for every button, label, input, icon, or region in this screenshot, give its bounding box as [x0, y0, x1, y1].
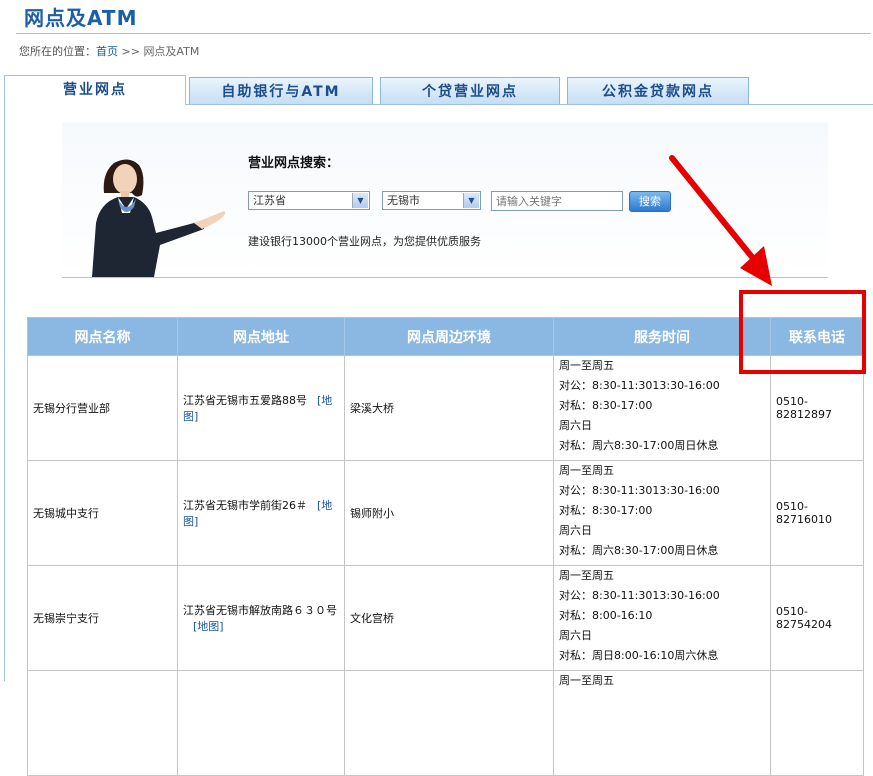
branch-surroundings: 锡师附小: [344, 460, 554, 566]
branch-name: 无锡分行营业部: [27, 355, 178, 461]
service-line: 对私：周六8:30-17:00周日休息: [559, 544, 719, 557]
chevron-down-icon: ▼: [352, 193, 368, 208]
tab-self-service-atm[interactable]: 自助银行与ATM: [189, 77, 373, 104]
header-phone: 联系电话: [770, 317, 864, 356]
table-row: 无锡分行营业部 江苏省无锡市五爱路88号 [地图] 梁溪大桥 周一至周五 对公：8…: [27, 355, 864, 461]
branch-address-cell: [177, 670, 345, 776]
branch-service-hours: 周一至周五 对公：8:30-11:3013:30-16:00 对私：8:30-1…: [553, 460, 771, 566]
table-row: 无锡城中支行 江苏省无锡市学前街26＃ [地图] 锡师附小 周一至周五 对公：8:…: [27, 460, 864, 566]
branch-surroundings: [344, 670, 554, 776]
province-select[interactable]: 江苏省 ▼: [248, 191, 370, 210]
search-tagline: 建设银行13000个营业网点，为您提供优质服务: [248, 235, 481, 248]
branch-address: 江苏省无锡市五爱路88号: [183, 394, 307, 407]
branch-phone: 0510-82812897: [770, 355, 864, 461]
tab-housing-fund-loan[interactable]: 公积金贷款网点: [567, 77, 749, 104]
service-agent-illustration: [92, 159, 226, 277]
header-branch-name: 网点名称: [27, 317, 178, 356]
branch-table: 网点名称 网点地址 网点周边环境 服务时间 联系电话 无锡分行营业部 江苏省无锡…: [27, 317, 864, 776]
service-line: 周一至周五: [559, 569, 614, 582]
map-link[interactable]: [地图]: [193, 620, 224, 633]
province-value: 江苏省: [253, 194, 286, 207]
header-surroundings: 网点周边环境: [344, 317, 554, 356]
branch-surroundings: 梁溪大桥: [344, 355, 554, 461]
branch-name: 无锡城中支行: [27, 460, 178, 566]
service-line: 对公：8:30-11:3013:30-16:00: [559, 379, 720, 392]
header-address: 网点地址: [177, 317, 345, 356]
branch-phone: [770, 670, 864, 776]
branch-address: 江苏省无锡市解放南路６３０号: [183, 604, 337, 617]
page-title: 网点及ATM: [24, 6, 138, 30]
service-line: 周一至周五: [559, 674, 614, 687]
service-line: 周一至周五: [559, 464, 614, 477]
branch-name: 无锡崇宁支行: [27, 565, 178, 671]
breadcrumb-current: 网点及ATM: [143, 45, 200, 58]
branch-surroundings: 文化宫桥: [344, 565, 554, 671]
branch-address: 江苏省无锡市学前街26＃: [183, 499, 307, 512]
tab-personal-loan[interactable]: 个贷营业网点: [380, 77, 560, 104]
table-row: 无锡崇宁支行 江苏省无锡市解放南路６３０号 [地图] 文化宫桥 周一至周五 对公：…: [27, 565, 864, 671]
service-line: 对私：周日8:00-16:10周六休息: [559, 649, 719, 662]
service-line: 周六日: [559, 524, 592, 537]
tab-branches[interactable]: 营业网点: [4, 75, 186, 105]
service-line: 对公：8:30-11:3013:30-16:00: [559, 589, 720, 602]
service-line: 对私：周六8:30-17:00周日休息: [559, 439, 719, 452]
search-title: 营业网点搜索：: [248, 156, 340, 171]
service-line: 周一至周五: [559, 359, 614, 372]
header-service-hours: 服务时间: [553, 317, 771, 356]
breadcrumb-home-link[interactable]: 首页: [96, 45, 118, 58]
branch-address-cell: 江苏省无锡市学前街26＃ [地图]: [177, 460, 345, 566]
branch-phone: 0510-82716010: [770, 460, 864, 566]
branch-name: [27, 670, 178, 776]
city-select[interactable]: 无锡市 ▼: [382, 191, 481, 210]
title-divider: [16, 33, 871, 34]
keyword-input[interactable]: [491, 191, 623, 211]
branch-address-cell: 江苏省无锡市五爱路88号 [地图]: [177, 355, 345, 461]
service-line: 对私：8:00-16:10: [559, 609, 653, 622]
service-line: 对公：8:30-11:3013:30-16:00: [559, 484, 720, 497]
branch-service-hours: 周一至周五 对公：8:30-11:3013:30-16:00 对私：8:00-1…: [553, 565, 771, 671]
service-line: 周六日: [559, 419, 592, 432]
search-button[interactable]: 搜索: [629, 191, 671, 212]
breadcrumb: 您所在的位置：首页 >> 网点及ATM: [19, 43, 199, 59]
branch-service-hours: 周一至周五: [553, 670, 771, 776]
branch-phone: 0510-82754204: [770, 565, 864, 671]
service-line: 对私：8:30-17:00: [559, 399, 653, 412]
table-row: 周一至周五: [27, 670, 864, 776]
breadcrumb-prefix: 您所在的位置：: [19, 45, 96, 58]
service-line: 对私：8:30-17:00: [559, 504, 653, 517]
tab-bar: 营业网点 自助银行与ATM 个贷营业网点 公积金贷款网点: [4, 75, 873, 105]
table-header-row: 网点名称 网点地址 网点周边环境 服务时间 联系电话: [27, 317, 864, 356]
branch-service-hours: 周一至周五 对公：8:30-11:3013:30-16:00 对私：8:30-1…: [553, 355, 771, 461]
branch-address-cell: 江苏省无锡市解放南路６３０号 [地图]: [177, 565, 345, 671]
content-border: [4, 104, 5, 681]
chevron-down-icon: ▼: [463, 193, 479, 208]
breadcrumb-separator: >>: [121, 45, 140, 58]
city-value: 无锡市: [387, 194, 420, 207]
service-line: 周六日: [559, 629, 592, 642]
